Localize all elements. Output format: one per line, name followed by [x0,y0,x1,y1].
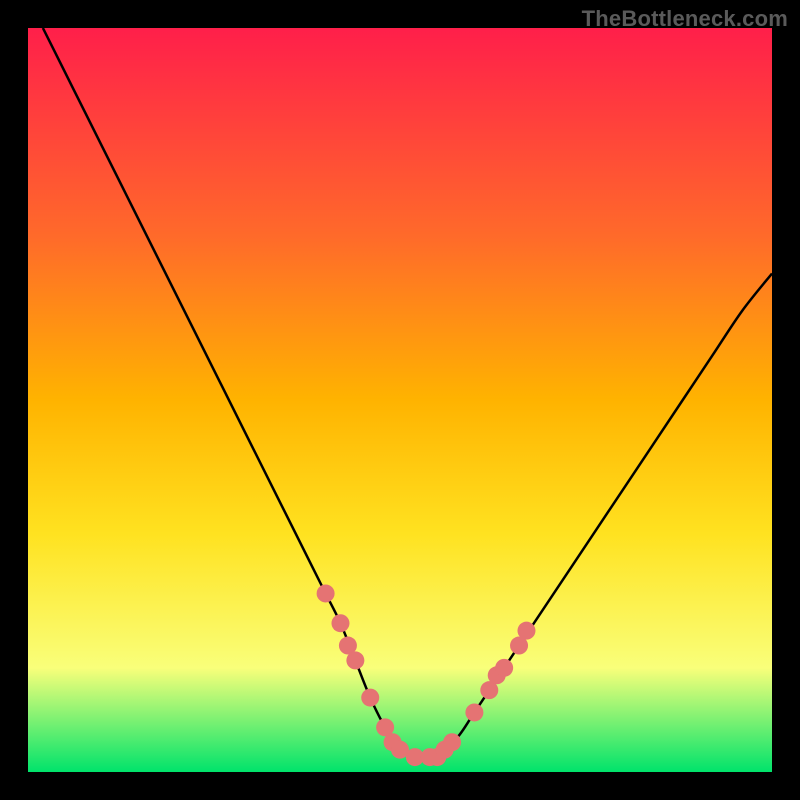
curve-marker [346,651,364,669]
plot-area [28,28,772,772]
watermark-text: TheBottleneck.com [582,6,788,32]
curve-marker [517,622,535,640]
curve-marker [331,614,349,632]
gradient-background [28,28,772,772]
bottleneck-chart [28,28,772,772]
curve-marker [317,584,335,602]
curve-marker [465,703,483,721]
curve-marker [443,733,461,751]
chart-frame: TheBottleneck.com [0,0,800,800]
curve-marker [495,659,513,677]
curve-marker [361,689,379,707]
